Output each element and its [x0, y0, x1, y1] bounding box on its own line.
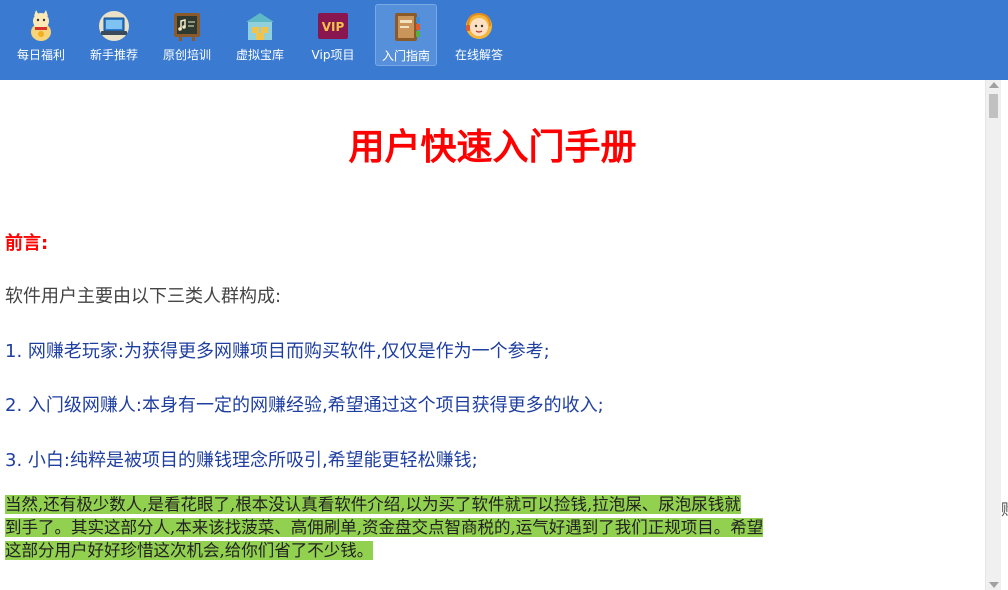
- intro-paragraph: 软件用户主要由以下三类人群构成:: [5, 286, 282, 307]
- chalkboard-icon: [174, 13, 200, 41]
- warehouse-icon: [246, 13, 274, 40]
- point-item: 2. 入门级网赚人:本身有一定的网赚经验,希望通过这个项目获得更多的收入;: [5, 395, 604, 416]
- preface-heading: 前言:: [5, 233, 49, 254]
- point-item: 1. 网赚老玩家:为获得更多网赚项目而购买软件,仅仅是作为一个参考;: [5, 341, 550, 362]
- toolbar-label: Vip项目: [311, 48, 355, 62]
- toolbar-newbie-recommend-button[interactable]: 新手推荐: [83, 4, 145, 66]
- toolbar-label: 虚拟宝库: [235, 48, 284, 62]
- laptop-icon: [99, 11, 129, 41]
- toolbar-label: 入门指南: [381, 49, 430, 63]
- document-content: 用户快速入门手册 前言: 软件用户主要由以下三类人群构成: 1. 网赚老玩家:为…: [0, 80, 985, 590]
- highlight-line: 到手了。其实这部分人,本来该找菠菜、高佣刷单,资金盘交点智商税的,运气好遇到了我…: [5, 518, 764, 537]
- vip-icon: VIP: [318, 13, 348, 39]
- highlighted-paragraph: 当然,还有极少数人,是看花眼了,根本没认真看软件介绍,以为买了软件就可以捡钱,拉…: [5, 493, 967, 562]
- vertical-scrollbar[interactable]: [985, 80, 1001, 590]
- toolbar-label: 新手推荐: [89, 48, 138, 62]
- highlight-line: 这部分用户好好珍惜这次机会,给你们省了不少钱。: [5, 541, 374, 560]
- toolbar-original-training-button[interactable]: 原创培训: [156, 4, 218, 66]
- point-item: 3. 小白:纯粹是被项目的赚钱理念所吸引,希望能更轻松赚钱;: [5, 450, 478, 471]
- support-agent-icon: [466, 12, 492, 39]
- scroll-thumb[interactable]: [989, 94, 998, 118]
- toolbar-virtual-treasury-button[interactable]: 虚拟宝库: [229, 4, 291, 66]
- scroll-down-arrow-icon[interactable]: [989, 582, 999, 588]
- scroll-up-arrow-icon[interactable]: [989, 82, 999, 88]
- top-toolbar: 每日福利 新手推荐 原创培训 虚拟宝库 VIP Vip项目 入门指南 在线解答: [0, 0, 1008, 80]
- guide-book-icon: [395, 13, 420, 41]
- toolbar-vip-projects-button[interactable]: VIP Vip项目: [302, 4, 364, 66]
- svg-text:VIP: VIP: [322, 20, 345, 34]
- toolbar-online-help-button[interactable]: 在线解答: [448, 4, 510, 66]
- page-title: 用户快速入门手册: [348, 127, 637, 168]
- toolbar-daily-benefit-button[interactable]: 每日福利: [10, 4, 72, 66]
- clipped-edge-text: 赊: [1001, 496, 1008, 520]
- lucky-cat-icon: [31, 10, 51, 41]
- toolbar-getting-started-button[interactable]: 入门指南: [375, 4, 437, 66]
- toolbar-label: 每日福利: [16, 48, 65, 62]
- highlight-line: 当然,还有极少数人,是看花眼了,根本没认真看软件介绍,以为买了软件就可以捡钱,拉…: [5, 495, 741, 514]
- toolbar-label: 原创培训: [162, 48, 211, 62]
- toolbar-label: 在线解答: [454, 48, 503, 62]
